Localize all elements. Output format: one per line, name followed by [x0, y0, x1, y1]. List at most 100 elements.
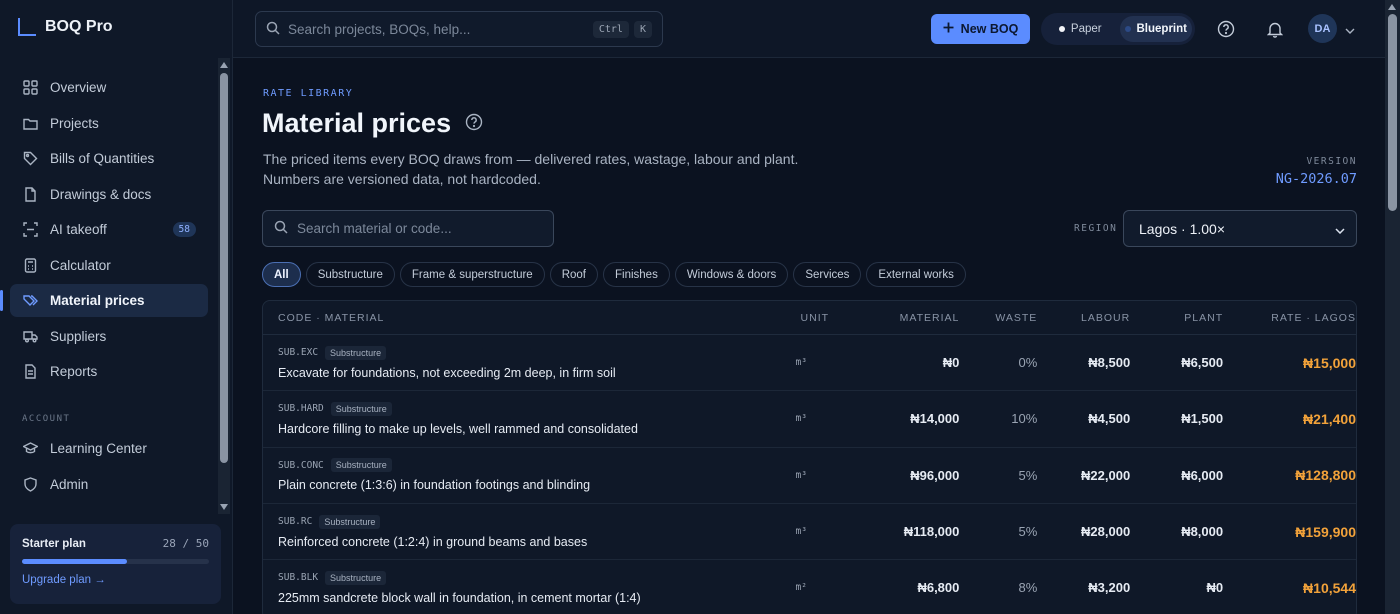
sidebar-scroll-thumb[interactable] — [220, 73, 228, 463]
scroll-up-arrow-icon[interactable] — [1388, 4, 1396, 10]
category-tag: Substructure — [319, 514, 381, 529]
new-boq-label: New BOQ — [960, 22, 1019, 36]
category-tag: Substructure — [330, 401, 392, 416]
rate-cell: ₦21,400 — [1303, 410, 1356, 427]
material-cell: ₦14,000 — [910, 411, 960, 427]
brand[interactable]: BOQ Pro — [18, 18, 113, 36]
tag-icon — [22, 150, 39, 167]
plan-usage-bar — [22, 559, 209, 564]
chip-services[interactable]: Services — [793, 262, 862, 287]
new-boq-button[interactable]: New BOQ — [931, 14, 1030, 44]
sidebar-item-material-prices[interactable]: Material prices — [0, 284, 208, 317]
user-avatar[interactable]: DA — [1308, 14, 1337, 43]
sidebar-item-calculator[interactable]: Calculator — [10, 249, 208, 282]
mode-blueprint-option[interactable]: Blueprint — [1119, 16, 1192, 42]
chevron-down-icon — [1335, 221, 1345, 237]
material-cell: ₦0 — [942, 355, 960, 371]
sidebar-item-drawings[interactable]: Drawings & docs — [10, 178, 208, 211]
plant-cell: ₦1,500 — [1181, 411, 1224, 427]
page-description: The priced items every BOQ draws from — … — [263, 149, 843, 189]
scroll-up-arrow-icon[interactable] — [220, 62, 228, 68]
graduation-cap-icon — [22, 440, 39, 457]
sidebar-item-label: AI takeoff — [50, 222, 107, 237]
truck-icon — [22, 328, 39, 345]
scroll-down-arrow-icon[interactable] — [220, 504, 228, 510]
page-scroll-thumb[interactable] — [1388, 14, 1397, 211]
shortcut-key-k: K — [633, 20, 652, 38]
item-code: SUB.CONC — [278, 459, 324, 471]
report-icon — [22, 363, 39, 380]
sidebar-item-projects[interactable]: Projects — [10, 107, 208, 140]
unit-cell: m² — [795, 582, 807, 594]
chip-all[interactable]: All — [262, 262, 301, 287]
sidebar-item-reports[interactable]: Reports — [10, 355, 208, 388]
upgrade-plan-link[interactable]: Upgrade plan → — [22, 574, 209, 586]
logo-icon — [18, 18, 36, 36]
material-prices-table: CODE · MATERIAL UNIT MATERIAL WASTE LABO… — [262, 300, 1357, 614]
global-search[interactable]: Ctrl K — [255, 11, 663, 47]
category-tag: Substructure — [325, 345, 387, 360]
paper-dot-icon — [1058, 26, 1065, 32]
search-icon — [274, 220, 288, 237]
bell-icon[interactable] — [1265, 19, 1285, 39]
region-value: Lagos · 1.00× — [1139, 220, 1226, 237]
sidebar-item-label: Admin — [50, 476, 89, 492]
labour-cell: ₦3,200 — [1088, 580, 1131, 596]
shortcut-key-ctrl: Ctrl — [592, 20, 629, 38]
help-icon[interactable] — [465, 113, 483, 134]
chip-windows-doors[interactable]: Windows & doors — [674, 262, 789, 287]
sidebar-item-overview[interactable]: Overview — [10, 71, 208, 104]
sidebar-item-learning-center[interactable]: Learning Center — [10, 432, 208, 465]
ai-takeoff-badge: 58 — [172, 222, 196, 237]
table-row[interactable]: SUB.HARD Substructure Hardcore filling to… — [263, 391, 1356, 448]
unit-cell: m³ — [795, 526, 807, 538]
table-row[interactable]: SUB.EXC Substructure Excavate for foundat… — [263, 335, 1356, 392]
page-description-line-1: The priced items every BOQ draws from — … — [263, 151, 799, 167]
chip-substructure[interactable]: Substructure — [305, 262, 395, 287]
column-header-rate[interactable]: RATE · LAGOS — [1223, 312, 1356, 324]
table-row[interactable]: SUB.CONC Substructure Plain concrete (1:3… — [263, 448, 1356, 504]
chip-finishes[interactable]: Finishes — [603, 262, 670, 287]
page-title: Material prices — [262, 108, 452, 138]
sidebar-item-admin[interactable]: Admin — [10, 468, 208, 501]
column-header-waste[interactable]: WASTE — [959, 312, 1037, 324]
region-select[interactable]: Lagos · 1.00× — [1123, 210, 1357, 247]
sidebar-item-label: Reports — [50, 364, 98, 379]
sidebar-item-label: Material prices — [50, 293, 145, 308]
sidebar-scrollbar[interactable] — [218, 58, 230, 514]
material-name: 225mm sandcrete block wall in foundation… — [278, 590, 641, 605]
column-header-unit[interactable]: UNIT — [773, 312, 843, 324]
sidebar-item-boq[interactable]: Bills of Quantities — [10, 142, 208, 175]
sidebar-item-label: Calculator — [50, 257, 111, 273]
column-header-plant[interactable]: PLANT — [1130, 312, 1223, 324]
chip-external-works[interactable]: External works — [866, 262, 966, 287]
calculator-icon — [22, 257, 39, 274]
material-name: Hardcore filling to make up levels, well… — [278, 421, 638, 436]
search-icon — [266, 21, 280, 38]
table-row[interactable]: SUB.RC Substructure Reinforced concrete (… — [263, 504, 1356, 561]
column-header-labour[interactable]: LABOUR — [1037, 312, 1130, 324]
unit-cell: m³ — [795, 469, 807, 481]
sidebar-item-ai-takeoff[interactable]: AI takeoff 58 — [10, 213, 208, 246]
category-filter-chips: All Substructure Frame & superstructure … — [262, 262, 966, 287]
page-scrollbar[interactable] — [1385, 0, 1400, 614]
sidebar-item-suppliers[interactable]: Suppliers — [10, 320, 208, 353]
grid-icon — [22, 79, 39, 96]
labour-cell: ₦22,000 — [1081, 467, 1131, 483]
chip-roof[interactable]: Roof — [549, 262, 598, 287]
column-header-material[interactable]: MATERIAL — [842, 312, 959, 324]
mode-blueprint-label: Blueprint — [1136, 23, 1187, 35]
material-search-input[interactable] — [297, 221, 542, 236]
sidebar-nav: Overview Projects Bills of Quantities Dr… — [0, 71, 208, 391]
chip-frame-superstructure[interactable]: Frame & superstructure — [399, 262, 545, 287]
column-header-code[interactable]: CODE · MATERIAL — [263, 312, 773, 324]
plant-cell: ₦6,500 — [1181, 355, 1224, 371]
chevron-down-icon[interactable] — [1345, 22, 1355, 37]
global-search-input[interactable] — [288, 21, 588, 37]
table-row[interactable]: SUB.BLK Substructure 225mm sandcrete bloc… — [263, 560, 1356, 614]
item-code: SUB.EXC — [278, 347, 319, 359]
mode-paper-option[interactable]: Paper — [1044, 16, 1117, 42]
material-search[interactable] — [262, 210, 554, 247]
help-icon[interactable] — [1216, 19, 1236, 39]
mode-paper-label: Paper — [1070, 23, 1102, 35]
